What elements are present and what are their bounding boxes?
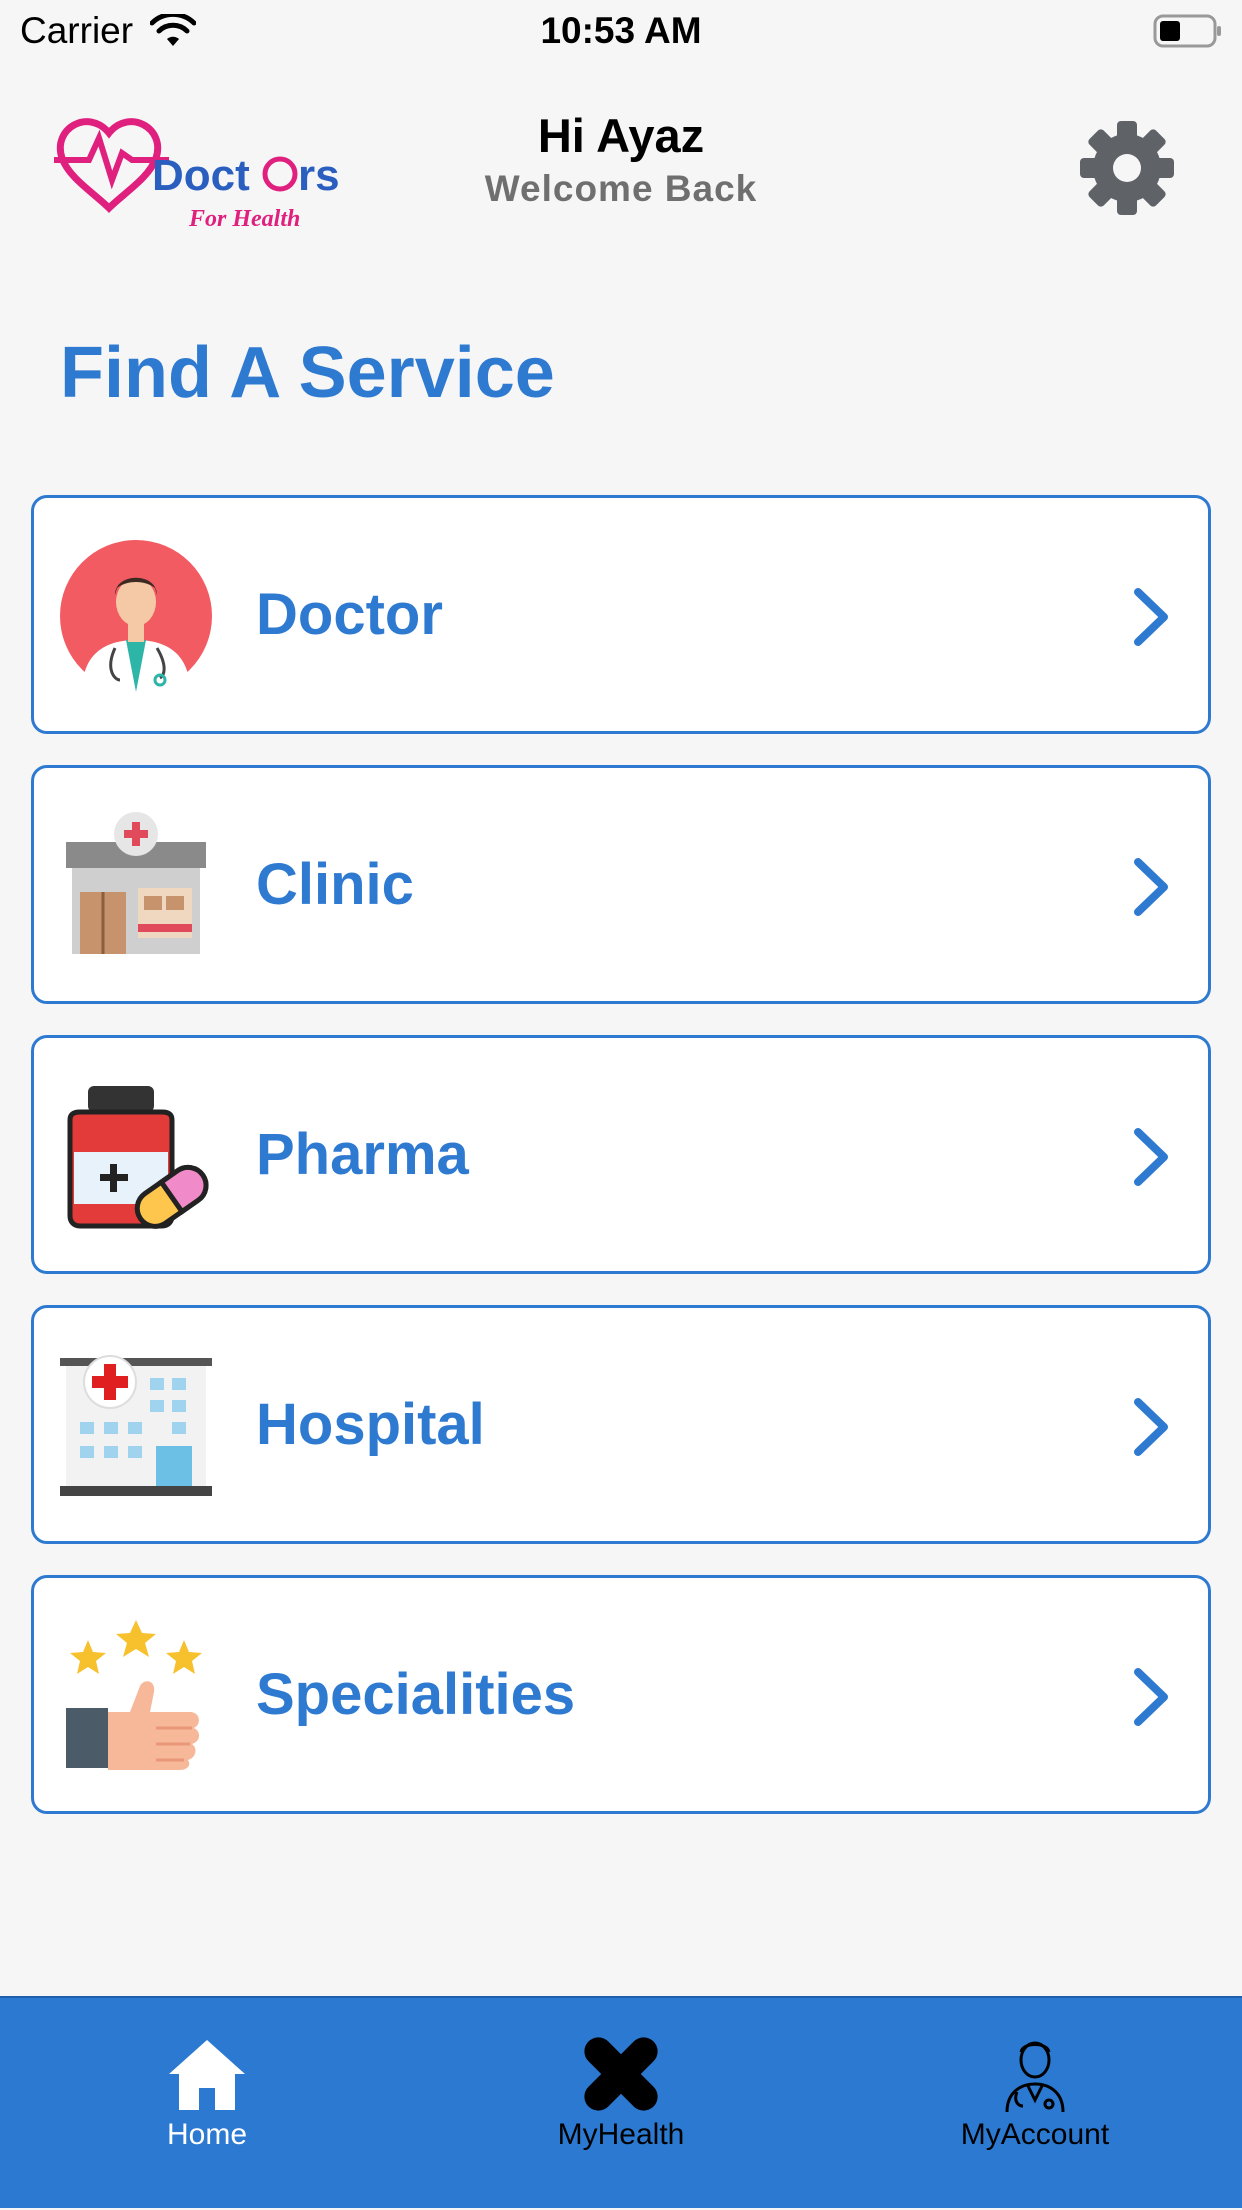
service-card-clinic[interactable]: Clinic [31,765,1211,1004]
chevron-right-icon [1134,858,1168,916]
tab-label: MyAccount [960,2118,1110,2151]
service-label: Hospital [256,1392,485,1457]
tab-label: MyHealth [557,2118,685,2151]
battery-icon [1153,14,1221,48]
service-card-hospital[interactable]: Hospital [31,1305,1211,1544]
home-icon [169,2040,245,2110]
doctor-avatar-icon [60,540,212,692]
medicine-bottle-icon [67,1086,209,1229]
gear-icon[interactable] [1077,118,1177,218]
service-card-specialities[interactable]: Specialities [31,1575,1211,1814]
chevron-right-icon [1134,1128,1168,1186]
doctor-person-icon [1005,2041,1065,2113]
tab-home[interactable]: Home [0,1998,414,2210]
thumbs-up-stars-icon [66,1620,202,1770]
service-label: Specialities [256,1662,576,1727]
header: Doct rs For Health Hi Ayaz Welcome Back [0,100,1242,240]
tab-myhealth[interactable]: MyHealth [414,1998,828,2210]
hospital-building-icon [60,1355,212,1496]
clinic-building-icon [66,812,206,954]
service-label: Pharma [256,1122,469,1187]
service-label: Clinic [256,852,414,917]
service-list: Doctor Clinic Pharma Hospital Specialiti… [31,495,1211,1845]
service-card-pharma[interactable]: Pharma [31,1035,1211,1274]
welcome-subtitle: Welcome Back [484,168,758,209]
chevron-right-icon [1134,1398,1168,1456]
service-card-doctor[interactable]: Doctor [31,495,1211,734]
tab-label: Home [166,2118,248,2151]
status-time: 10:53 AM [540,10,702,51]
tab-bar: Home MyHealth MyAccount [0,1996,1242,2208]
chevron-right-icon [1134,1668,1168,1726]
greeting: Hi Ayaz [537,109,705,162]
page-title: Find A Service [60,333,555,413]
chevron-right-icon [1134,588,1168,646]
bandage-icon [584,2037,658,2111]
service-label: Doctor [256,582,443,647]
status-bar: Carrier 10:53 AM [0,0,1242,64]
tab-myaccount[interactable]: MyAccount [828,1998,1242,2210]
